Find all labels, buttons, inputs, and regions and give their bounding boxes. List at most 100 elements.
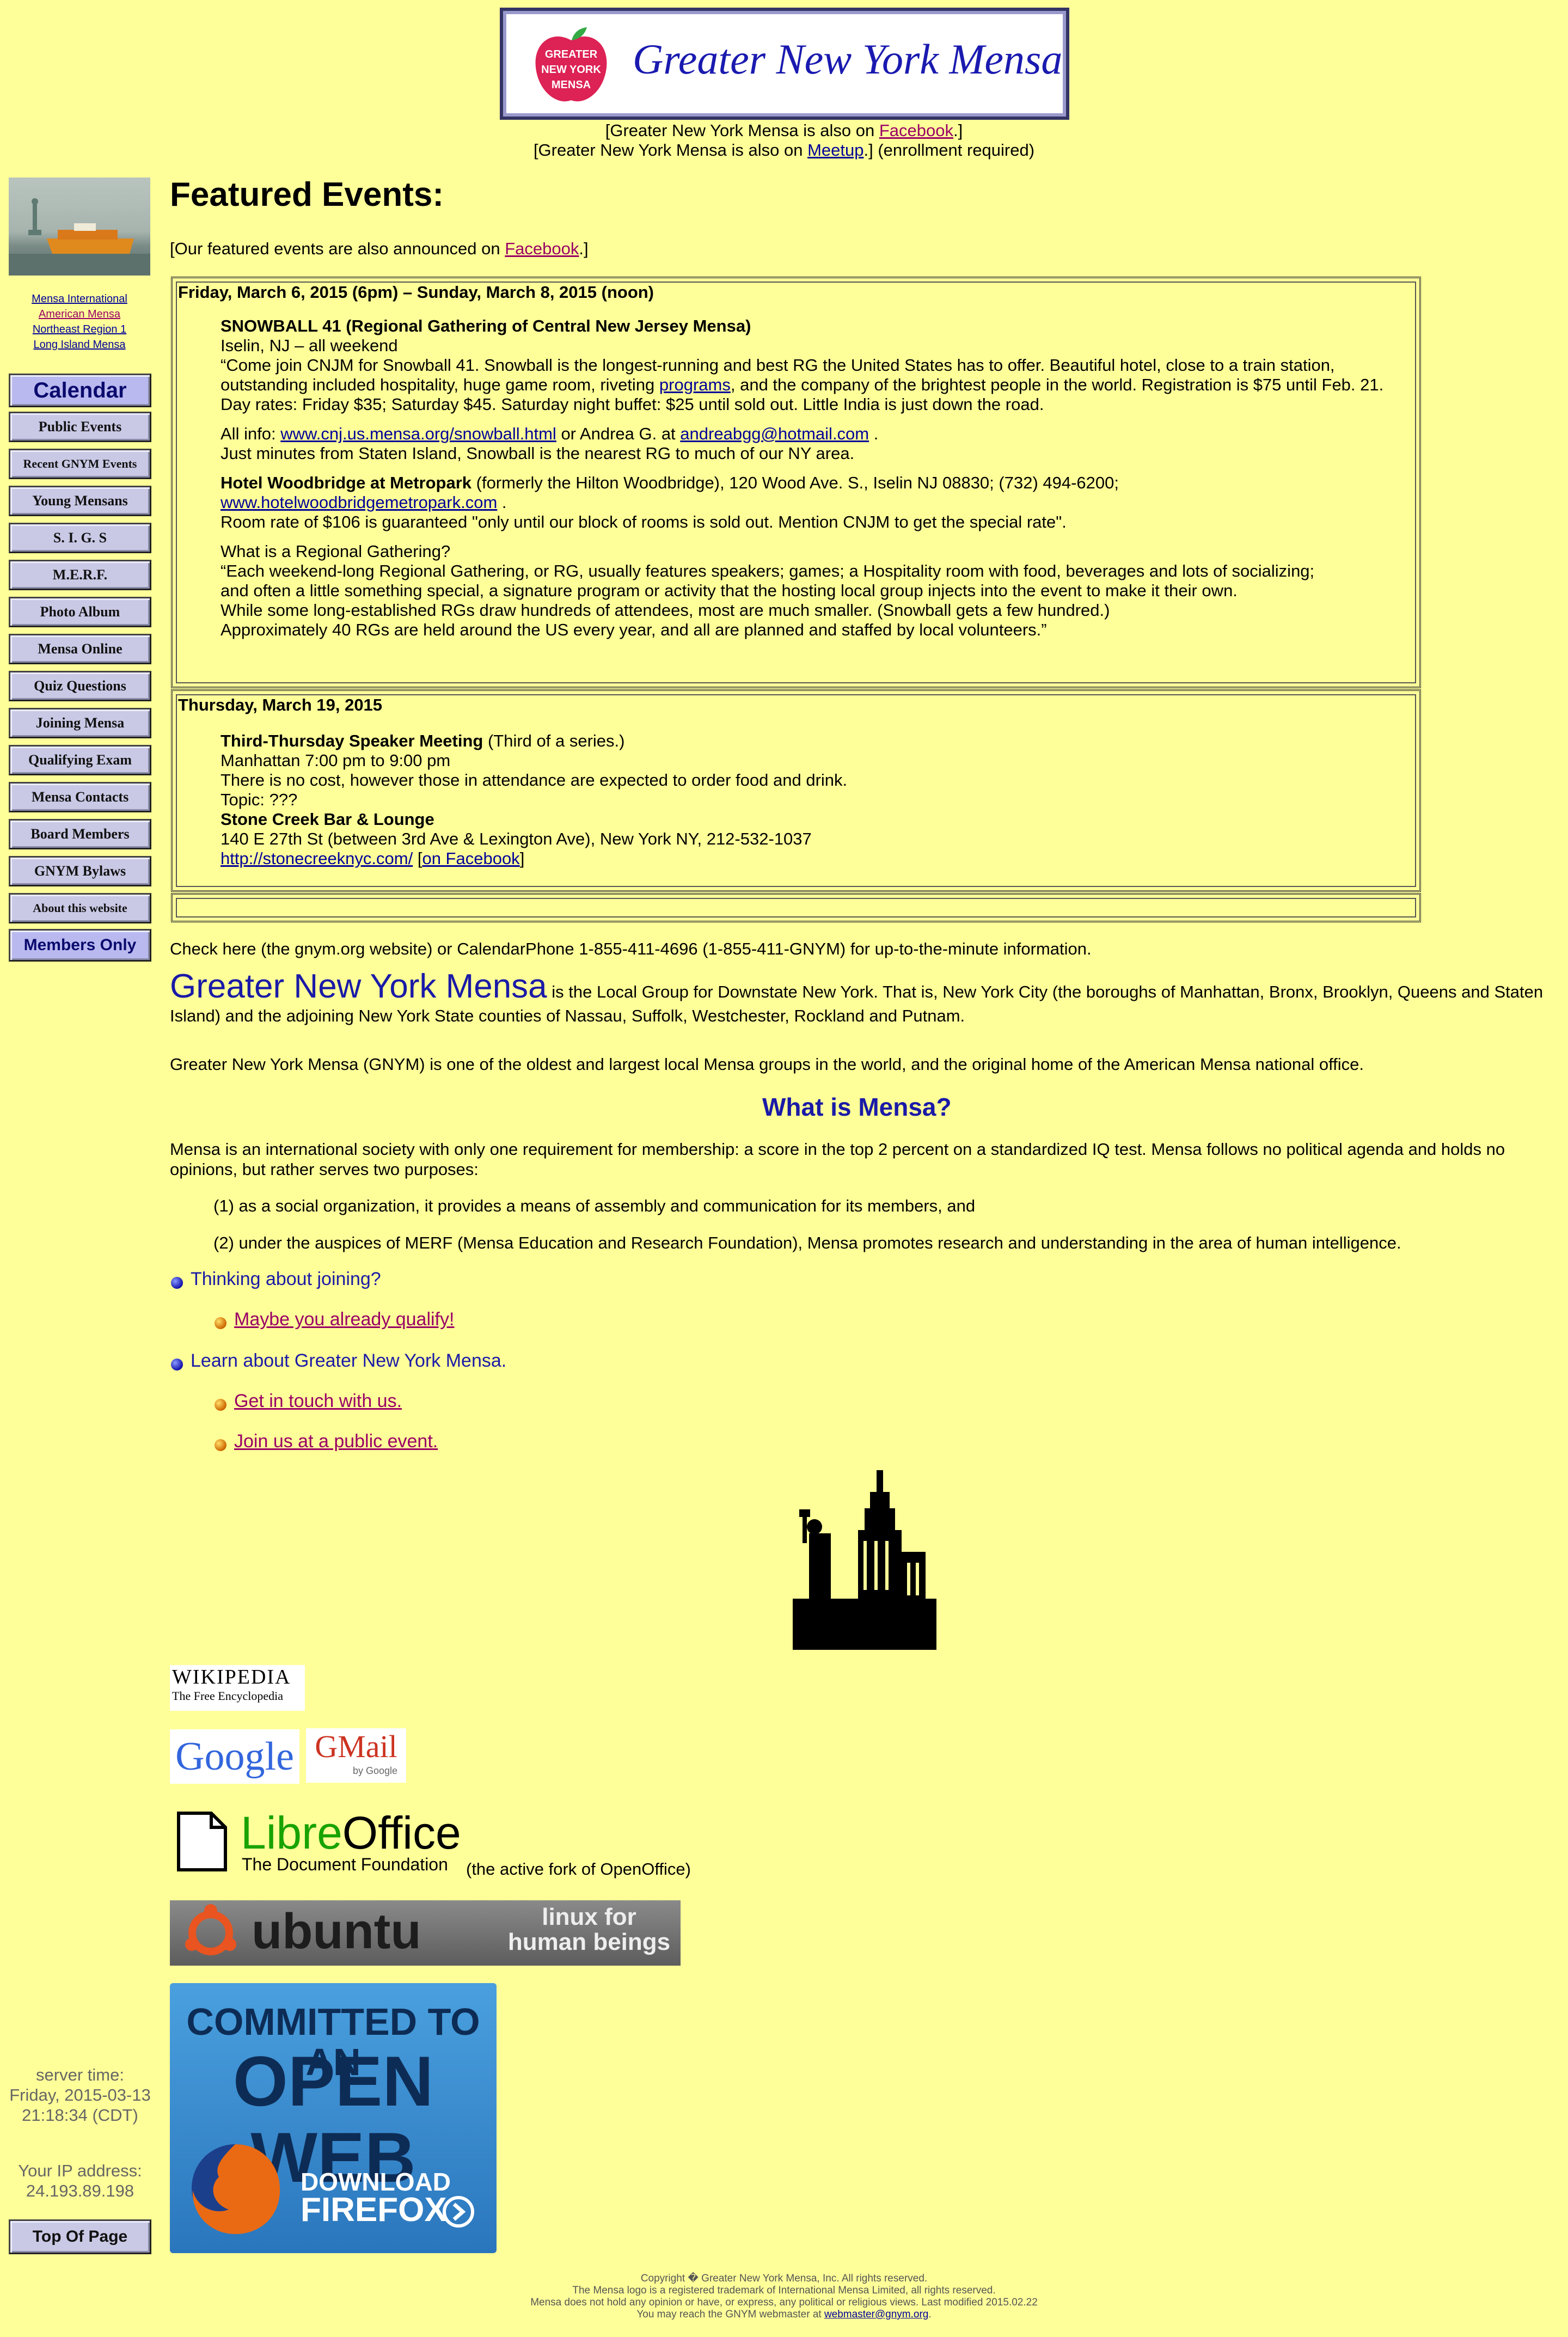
public-event-link[interactable]: Join us at a public event. (234, 1431, 438, 1452)
thinking-item: Thinking about joining? (171, 1269, 381, 1290)
long-island-link[interactable]: Long Island Mensa (33, 339, 125, 351)
ubuntu-badge[interactable]: ubuntu linux for human beings (170, 1900, 681, 1966)
webmaster-email-link[interactable]: webmaster@gnym.org (824, 2309, 928, 2320)
libre-text: Libre (241, 1807, 342, 1858)
sidebar-link-northeast-region[interactable]: Northeast Region 1 (9, 323, 150, 336)
event-empty-frame (176, 898, 1416, 917)
programs-link[interactable]: programs (659, 375, 731, 394)
event-location: Iselin, NJ – all weekend (220, 336, 398, 355)
nav-calendar-button[interactable]: Calendar (9, 374, 151, 407)
nav-qualifying-exam-button[interactable]: Qualifying Exam (9, 745, 151, 775)
rg-line-2: and often a little something special, a … (220, 581, 1238, 600)
ubuntu-tagline: linux for human beings (507, 1905, 671, 1955)
meetup-line: [Greater New York Mensa is also on Meetu… (0, 140, 1568, 160)
andrea-email-link[interactable]: andreabgg@hotmail.com (680, 424, 869, 443)
event2-name: Third-Thursday Speaker Meeting (220, 731, 483, 750)
firefox-badge[interactable]: COMMITTED TO AN OPEN WEB DOWNLOAD FIREFO… (170, 1983, 497, 2253)
snowball-link[interactable]: www.cnj.us.mensa.org/snowball.html (280, 424, 556, 443)
purpose-1: (1) as a social organization, it provide… (213, 1196, 976, 1215)
nav-about-website-button[interactable]: About this website (9, 893, 151, 923)
event-date: Friday, March 6, 2015 (6pm) – Sunday, Ma… (178, 283, 654, 302)
gmail-badge[interactable]: GMail by Google (306, 1728, 406, 1783)
facebook-line-suffix: .] (953, 121, 963, 140)
nav-merf-button[interactable]: M.E.R.F. (9, 560, 151, 590)
nav-sigs-button[interactable]: S. I. G. S (9, 523, 151, 553)
blue-bullet-icon (171, 1358, 183, 1371)
event2-fb-prefix: [ (413, 849, 422, 868)
event-body: SNOWBALL 41 (Regional Gathering of Centr… (220, 316, 1391, 640)
mensa-international-link[interactable]: Mensa International (32, 293, 127, 305)
american-mensa-link[interactable]: American Mensa (39, 308, 120, 320)
nav-quiz-questions-button[interactable]: Quiz Questions (9, 671, 151, 701)
gnym-history: Greater New York Mensa (GNYM) is one of … (170, 1055, 1364, 1074)
ubuntu-wordmark: ubuntu (252, 1904, 421, 1959)
thinking-text: Thinking about joining? (191, 1269, 381, 1289)
office-text: Office (342, 1807, 461, 1858)
header-facebook-link[interactable]: Facebook (879, 121, 953, 140)
event2-venue: Stone Creek Bar & Lounge (220, 810, 434, 829)
google-logo: Google (175, 1734, 294, 1779)
stonecreek-link[interactable]: http://stonecreeknyc.com/ (220, 849, 413, 868)
announce-facebook-link[interactable]: Facebook (505, 239, 579, 258)
event2-cost: There is no cost, however those in atten… (220, 770, 848, 790)
nav-young-mensans-button[interactable]: Young Mensans (9, 486, 151, 516)
stonecreek-facebook-link[interactable]: on Facebook (422, 849, 519, 868)
libreoffice-badge[interactable]: LibreOffice The Document Foundation (170, 1807, 464, 1875)
google-badge[interactable]: Google (170, 1729, 299, 1784)
statue-of-liberty-skyline-icon (793, 1470, 936, 1650)
hotel-link[interactable]: www.hotelwoodbridgemetropark.com (220, 493, 497, 512)
touch-item: Get in touch with us. (215, 1391, 402, 1412)
qualify-item: Maybe you already qualify! (215, 1309, 454, 1330)
info-prefix: All info: (220, 424, 281, 443)
footer-disclaimer: Mensa does not hold any opinion or have,… (530, 2297, 1038, 2308)
header-meetup-link[interactable]: Meetup (807, 140, 863, 160)
facebook-line: [Greater New York Mensa is also on Faceb… (0, 121, 1568, 140)
event-near: Just minutes from Staten Island, Snowbal… (220, 444, 855, 463)
nav-members-only-button[interactable]: Members Only (9, 929, 151, 962)
top-of-page-button[interactable]: Top Of Page (9, 2219, 151, 2254)
featured-events-title: Featured Events: (170, 176, 444, 213)
sidebar-link-long-island[interactable]: Long Island Mensa (9, 339, 150, 351)
server-time-label: server time: (36, 2065, 124, 2084)
event2-title: Third-Thursday Speaker Meeting (Third of… (220, 731, 1568, 751)
sidebar-link-mensa-international[interactable]: Mensa International (9, 293, 150, 305)
event-speaker-meeting: Thursday, March 19, 2015 Third-Thursday … (171, 689, 1421, 892)
nav-joining-mensa-button[interactable]: Joining Mensa (9, 708, 151, 738)
rg-line-4: Approximately 40 RGs are held around the… (220, 620, 1047, 639)
blue-bullet-icon (171, 1276, 183, 1289)
libreoffice-note: (the active fork of OpenOffice) (466, 1859, 691, 1879)
apple-text-1: GREATER (545, 48, 598, 60)
nav-recent-events-button[interactable]: Recent GNYM Events (9, 449, 151, 479)
site-logo[interactable]: GREATER NEW YORK MENSA Greater New York … (500, 8, 1069, 120)
ip-value: 24.193.89.198 (26, 2181, 134, 2200)
qualify-link[interactable]: Maybe you already qualify! (234, 1309, 454, 1330)
rg-line-1: “Each weekend-long Regional Gathering, o… (220, 561, 1315, 580)
northeast-region-link[interactable]: Northeast Region 1 (33, 323, 126, 335)
footer-webmaster: You may reach the GNYM webmaster at webm… (0, 2309, 1568, 2321)
nav-photo-album-button[interactable]: Photo Album (9, 597, 151, 627)
event2-links: http://stonecreeknyc.com/ [on Facebook] (220, 849, 1568, 868)
event2-fb-suffix: ] (519, 849, 525, 868)
nav-mensa-contacts-button[interactable]: Mensa Contacts (9, 782, 151, 812)
apple-text-3: MENSA (552, 79, 591, 91)
what-is-mensa-heading: What is Mensa? (762, 1093, 952, 1121)
info-suffix: . (869, 424, 879, 443)
nav-board-members-button[interactable]: Board Members (9, 819, 151, 849)
ubuntu-tag-2: human beings (507, 1929, 671, 1955)
nav-bylaws-button[interactable]: GNYM Bylaws (9, 856, 151, 886)
event-snowball: Friday, March 6, 2015 (6pm) – Sunday, Ma… (171, 277, 1421, 688)
info-mid: or Andrea G. at (556, 424, 681, 443)
wikipedia-badge[interactable]: WIKIPEDIA The Free Encyclopedia (170, 1665, 305, 1711)
sidebar-link-american-mensa[interactable]: American Mensa (9, 308, 150, 321)
announce-suffix: .] (579, 239, 589, 258)
nav-mensa-online-button[interactable]: Mensa Online (9, 634, 151, 664)
footer-webmaster-suffix: . (928, 2309, 932, 2320)
footer-copyright: Copyright � Greater New York Mensa, Inc.… (640, 2273, 928, 2284)
announce-line: [Our featured events are also announced … (170, 238, 589, 259)
nav-public-events-button[interactable]: Public Events (9, 412, 151, 442)
hotel-name: Hotel Woodbridge at Metropark (220, 473, 472, 492)
get-in-touch-link[interactable]: Get in touch with us. (234, 1391, 402, 1411)
check-line: Check here (the gnym.org website) or Cal… (170, 939, 1092, 958)
event-empty (171, 893, 1421, 922)
ferry-photo-image (9, 198, 150, 276)
